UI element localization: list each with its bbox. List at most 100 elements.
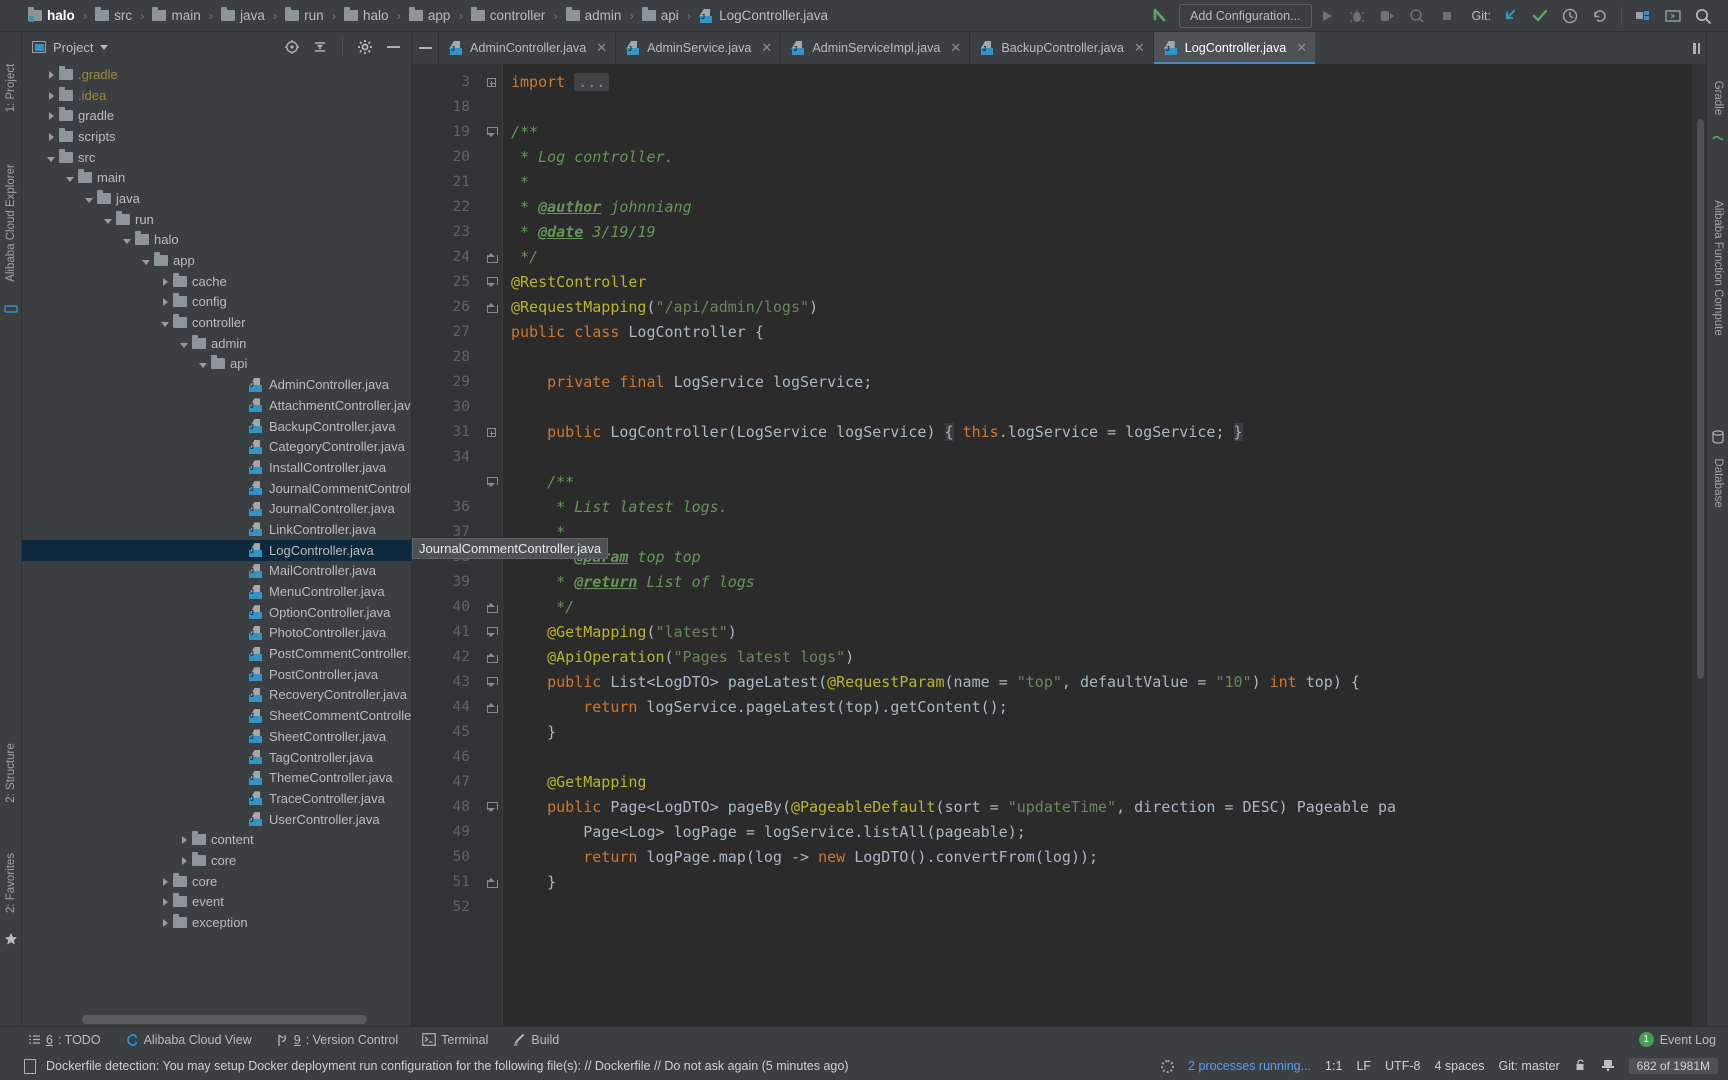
close-icon[interactable]: ✕ (1134, 40, 1145, 56)
add-configuration-button[interactable]: Add Configuration... (1179, 4, 1312, 28)
terminal-toolbar-icon[interactable] (1658, 3, 1688, 29)
caret-position[interactable]: 1:1 (1325, 1059, 1342, 1073)
indent-setting[interactable]: 4 spaces (1434, 1059, 1484, 1073)
fold-marker[interactable] (480, 245, 502, 270)
breadcrumb-item-controller[interactable]: controller (469, 5, 548, 27)
stop-icon[interactable] (1432, 3, 1462, 29)
project-tree[interactable]: .gradle.ideagradlescriptssrcmainjavarunh… (22, 62, 411, 1026)
fold-marker[interactable] (480, 695, 502, 720)
git-update-icon[interactable] (1495, 3, 1525, 29)
gear-icon[interactable] (353, 35, 377, 59)
memory-indicator[interactable]: 682 of 1981M (1629, 1058, 1718, 1074)
code-editor[interactable]: 3181920212223242526272829303134363738394… (412, 64, 1706, 1026)
fold-marker[interactable] (480, 795, 502, 820)
tree-folder-row[interactable]: cache (22, 271, 411, 292)
project-structure-icon[interactable] (1628, 3, 1658, 29)
git-commit-icon[interactable] (1525, 3, 1555, 29)
tree-file-row[interactable]: LinkController.java (22, 519, 411, 540)
tree-file-row[interactable]: OptionController.java (22, 602, 411, 623)
tree-folder-row[interactable]: src (22, 147, 411, 168)
pause-icon[interactable] (1693, 43, 1700, 54)
event-log-group[interactable]: 1 Event Log (1639, 1032, 1728, 1047)
git-revert-icon[interactable] (1585, 3, 1615, 29)
fold-marker[interactable] (480, 470, 502, 495)
fold-marker[interactable] (480, 670, 502, 695)
tree-file-row[interactable]: AdminController.java (22, 374, 411, 395)
breadcrumb-item-api[interactable]: api (640, 5, 681, 27)
tree-file-row[interactable]: SheetController.java (22, 726, 411, 747)
tree-file-row[interactable]: CategoryController.java (22, 436, 411, 457)
breadcrumb-item-halo[interactable]: halo (342, 5, 391, 27)
profiler-icon[interactable] (1402, 3, 1432, 29)
editor-vertical-scrollbar[interactable] (1697, 119, 1704, 679)
stripe-alibaba-function-compute[interactable]: Alibaba Function Compute (1712, 200, 1724, 336)
stripe-favorites[interactable]: 2: Favorites (5, 853, 17, 913)
tree-folder-row[interactable]: admin (22, 333, 411, 354)
bottom-item-todo[interactable]: 6: TODO (28, 1033, 101, 1047)
fold-marker[interactable] (480, 70, 502, 95)
editor-tab[interactable]: LogController.java✕ (1153, 32, 1315, 64)
fold-marker[interactable] (480, 595, 502, 620)
tree-folder-row[interactable]: run (22, 209, 411, 230)
inspector-hat-icon[interactable] (1601, 1058, 1615, 1075)
tree-folder-row[interactable]: app (22, 250, 411, 271)
tree-file-row[interactable]: PostCommentController.java (22, 643, 411, 664)
tree-folder-row[interactable]: gradle (22, 105, 411, 126)
fold-marker[interactable] (480, 420, 502, 445)
hide-panel-icon[interactable] (381, 35, 405, 59)
collapse-all-icon[interactable] (308, 35, 332, 59)
fold-marker[interactable] (480, 295, 502, 320)
fold-marker[interactable] (480, 270, 502, 295)
tree-file-row[interactable]: JournalController.java (22, 498, 411, 519)
close-icon[interactable]: ✕ (761, 40, 772, 56)
stripe-gradle[interactable]: Gradle (1712, 81, 1724, 116)
tree-file-row[interactable]: AttachmentController.java (22, 395, 411, 416)
tree-file-row[interactable]: TagController.java (22, 747, 411, 768)
tree-folder-row[interactable]: scripts (22, 126, 411, 147)
scroll-from-source-icon[interactable] (280, 35, 304, 59)
tree-file-row[interactable]: RecoveryController.java (22, 685, 411, 706)
editor-tab[interactable]: AdminServiceImpl.java✕ (780, 32, 969, 64)
editor-tab[interactable]: AdminController.java✕ (438, 32, 615, 64)
close-icon[interactable]: ✕ (596, 40, 607, 56)
tree-file-row[interactable]: PhotoController.java (22, 623, 411, 644)
tree-file-row[interactable]: BackupController.java (22, 416, 411, 437)
tree-file-row[interactable]: JournalCommentController.java (22, 478, 411, 499)
tree-folder-row[interactable]: controller (22, 312, 411, 333)
stripe-commit-icon[interactable] (4, 302, 18, 319)
bottom-item-build[interactable]: Build (512, 1033, 559, 1047)
tree-file-row[interactable]: MenuController.java (22, 581, 411, 602)
tree-folder-row[interactable]: java (22, 188, 411, 209)
breadcrumb-item-main[interactable]: main (150, 5, 202, 27)
breadcrumb-item-app[interactable]: app (407, 5, 453, 27)
tree-folder-row[interactable]: api (22, 354, 411, 375)
run-icon[interactable] (1312, 3, 1342, 29)
collapse-tabs-icon[interactable] (412, 32, 438, 64)
tree-folder-row[interactable]: core (22, 850, 411, 871)
close-icon[interactable]: ✕ (1296, 40, 1307, 56)
project-title-button[interactable]: Project (32, 40, 108, 55)
tree-folder-row[interactable]: main (22, 167, 411, 188)
fold-marker[interactable] (480, 645, 502, 670)
editor-tab[interactable]: AdminService.java✕ (615, 32, 780, 64)
git-branch[interactable]: Git: master (1498, 1059, 1559, 1073)
tree-folder-row[interactable]: .gradle (22, 64, 411, 85)
git-history-icon[interactable] (1555, 3, 1585, 29)
close-icon[interactable]: ✕ (950, 40, 961, 56)
breadcrumb-item-logcontroller-java[interactable]: LogController.java (697, 5, 830, 27)
tree-file-row[interactable]: ThemeController.java (22, 767, 411, 788)
fold-marker[interactable] (480, 120, 502, 145)
tree-folder-row[interactable]: .idea (22, 85, 411, 106)
tree-file-row[interactable]: PostController.java (22, 664, 411, 685)
fold-marker[interactable] (480, 870, 502, 895)
tree-folder-row[interactable]: exception (22, 912, 411, 933)
editor-tab[interactable]: BackupController.java✕ (969, 32, 1152, 64)
tree-folder-row[interactable]: core (22, 871, 411, 892)
line-separator[interactable]: LF (1356, 1059, 1371, 1073)
fold-marker[interactable] (480, 620, 502, 645)
bottom-item-version-control[interactable]: 9: Version Control (276, 1033, 398, 1047)
lock-icon[interactable] (1574, 1058, 1587, 1075)
tree-file-row[interactable]: InstallController.java (22, 457, 411, 478)
tree-folder-row[interactable]: content (22, 829, 411, 850)
bottom-item-terminal[interactable]: Terminal (422, 1033, 488, 1047)
